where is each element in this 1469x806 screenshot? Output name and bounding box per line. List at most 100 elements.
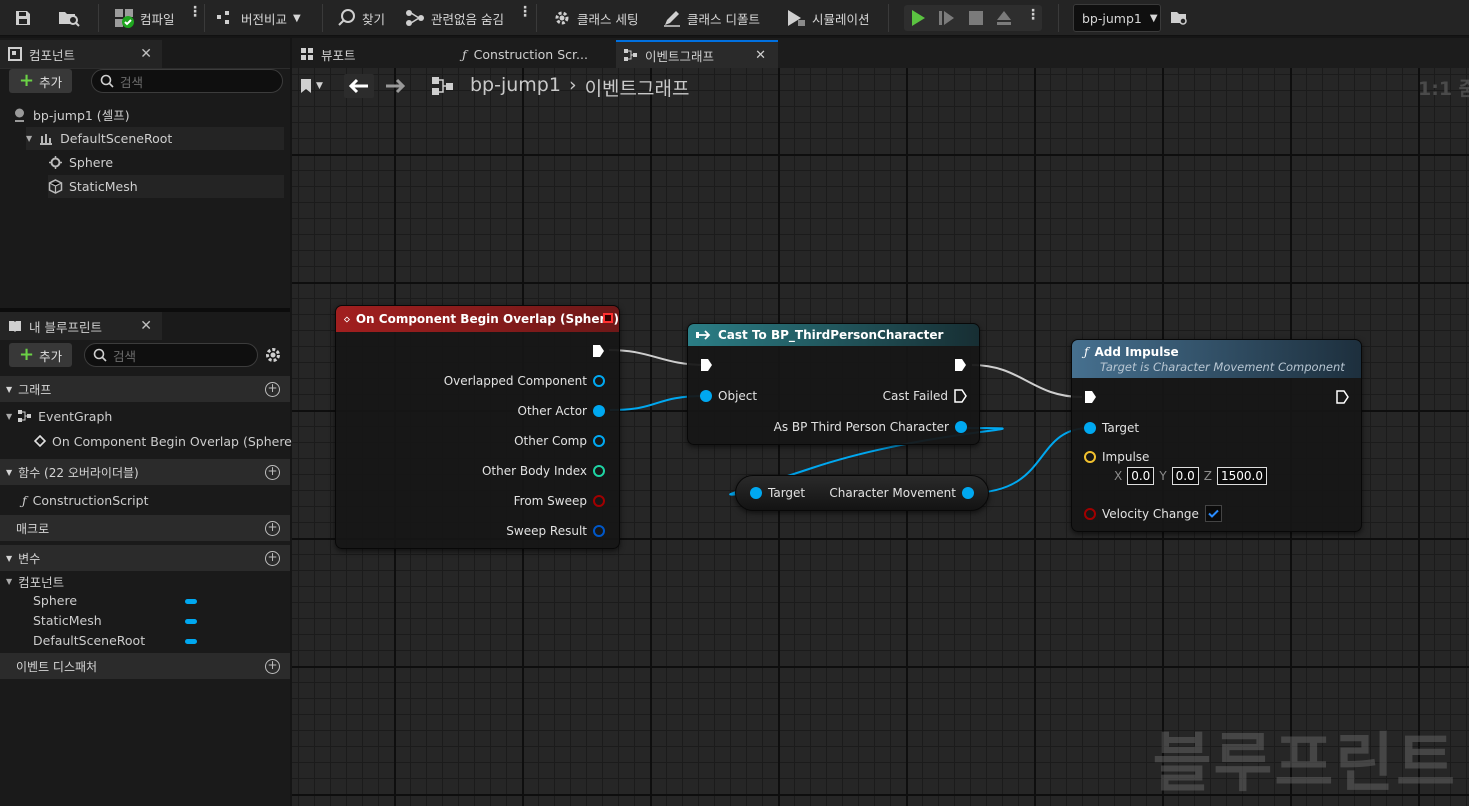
browse-button[interactable] — [58, 5, 80, 31]
tab-event-graph[interactable]: 이벤트그래프 ✕ — [616, 40, 778, 68]
event-node-item[interactable]: On Component Begin Overlap (Sphere) — [34, 431, 297, 451]
plus-icon: + — [19, 70, 35, 91]
impulse-x-input[interactable]: 0.0 — [1127, 467, 1155, 485]
add-dispatcher-icon[interactable]: + — [265, 658, 280, 674]
add-graph-icon[interactable]: + — [265, 381, 280, 397]
step-button[interactable] — [937, 9, 955, 30]
play-button[interactable] — [909, 9, 927, 30]
pin-label: Overlapped Component — [443, 374, 587, 388]
add-member-button[interactable]: + 추가 — [9, 343, 73, 367]
impulse-z-input[interactable]: 1500.0 — [1217, 467, 1267, 485]
exec-pin-icon — [701, 359, 712, 371]
velocity-change-pin[interactable]: Velocity Change — [1084, 505, 1222, 522]
compile-button[interactable]: 컴파일 — [114, 5, 175, 31]
close-icon[interactable]: ✕ — [755, 48, 766, 63]
tree-item-sphere[interactable]: Sphere — [48, 151, 113, 174]
event-node-overlap[interactable]: On Component Begin Overlap (Sphere) Over… — [335, 305, 620, 549]
tree-item-default-scene-root[interactable]: ▼ DefaultSceneRoot — [26, 127, 284, 150]
diff-button[interactable]: 버전비교 ▼ — [217, 5, 301, 31]
scene-root-icon — [40, 133, 53, 145]
variable-item[interactable]: DefaultSceneRoot — [33, 630, 145, 650]
search-icon — [93, 348, 107, 362]
components-tab[interactable]: 컴포넌트 ✕ — [0, 40, 162, 68]
other-actor-pin[interactable]: Other Actor — [518, 404, 605, 418]
variable-item[interactable]: Sphere — [33, 590, 77, 610]
debug-filter-icon — [1171, 12, 1187, 25]
add-member-label: 추가 — [39, 348, 63, 364]
blueprint-search-input[interactable]: 검색 — [84, 343, 258, 367]
other-comp-pin[interactable]: Other Comp — [514, 434, 605, 448]
target-pin[interactable]: Target — [750, 486, 805, 500]
other-body-index-pin[interactable]: Other Body Index — [482, 464, 605, 478]
velocity-change-checkbox[interactable] — [1204, 505, 1222, 522]
exec-out-pin[interactable] — [954, 358, 967, 372]
debug-filter-button[interactable] — [1170, 9, 1188, 30]
variables-category[interactable]: ▼ 변수 + — [0, 545, 290, 571]
overlapped-component-pin[interactable]: Overlapped Component — [444, 374, 605, 388]
exec-in-pin[interactable] — [700, 358, 713, 372]
pin-label: Other Comp — [514, 434, 587, 448]
add-macro-icon[interactable]: + — [265, 520, 280, 536]
graphs-category[interactable]: ▼ 그래프 + — [0, 376, 290, 402]
compile-options-button[interactable]: ⋮ — [188, 5, 202, 27]
settings-button[interactable] — [264, 346, 282, 367]
event-graph-item[interactable]: ▼ EventGraph — [6, 406, 112, 426]
step-icon — [939, 11, 954, 25]
add-impulse-node[interactable]: ƒ Add Impulse Target is Character Movemen… — [1071, 339, 1362, 532]
from-sweep-pin[interactable]: From Sweep — [514, 494, 605, 508]
construction-script-item[interactable]: ƒ ConstructionScript — [22, 490, 149, 510]
functions-category[interactable]: ▼ 함수 (22 오버라이더블) + — [0, 459, 290, 485]
class-settings-button[interactable]: 클래스 세팅 — [553, 5, 638, 31]
close-icon[interactable]: ✕ — [140, 46, 152, 62]
hide-unrelated-options-button[interactable]: ⋮ — [518, 5, 532, 27]
eject-button[interactable] — [995, 9, 1013, 30]
search-placeholder: 검색 — [120, 74, 144, 90]
tab-construction-script[interactable]: ƒ Construction Scr... — [454, 40, 614, 68]
blueprint-watermark: 블루프린트 — [1152, 727, 1457, 801]
my-blueprint-tab[interactable]: 내 블루프린트 ✕ — [0, 312, 162, 340]
tree-item-self[interactable]: bp-jump1 (셀프) — [12, 103, 130, 126]
impulse-y-input[interactable]: 0.0 — [1171, 467, 1199, 485]
target-pin[interactable]: Target — [1084, 421, 1139, 435]
component-search-input[interactable]: 검색 — [91, 69, 283, 93]
node-subtitle: Target is Character Movement Component — [1100, 359, 1345, 374]
save-button[interactable] — [14, 5, 32, 31]
tab-viewport[interactable]: 뷰포트 — [292, 40, 452, 68]
add-component-button[interactable]: + 추가 — [9, 69, 73, 93]
play-options-button[interactable]: ⋮ — [1026, 7, 1040, 23]
close-icon[interactable]: ✕ — [140, 318, 152, 334]
exec-out-pin[interactable] — [592, 344, 605, 358]
pin-label: Impulse — [1102, 450, 1150, 464]
as-bp-pin[interactable]: As BP Third Person Character — [774, 420, 967, 434]
tree-item-static-mesh[interactable]: StaticMesh — [48, 175, 284, 198]
impulse-pin[interactable]: Impulse — [1084, 450, 1149, 464]
variable-item[interactable]: StaticMesh — [33, 610, 102, 630]
stop-button[interactable] — [967, 9, 985, 30]
pin-label: Character Movement — [829, 486, 956, 500]
event-graph-canvas[interactable]: ▼ bp-jump1 › 이벤트그래프 1:1 줌 On Component B… — [292, 68, 1469, 806]
exec-out-pin[interactable] — [1336, 390, 1349, 404]
components-variable-group[interactable]: ▼ 컴포넌트 — [6, 571, 64, 591]
cast-node[interactable]: Cast To BP_ThirdPersonCharacter Object C… — [687, 323, 980, 445]
macros-category[interactable]: 매크로 + — [0, 515, 290, 541]
sweep-result-pin[interactable]: Sweep Result — [506, 524, 605, 538]
find-button[interactable]: 찾기 — [338, 5, 385, 31]
delegate-pin-icon[interactable] — [603, 313, 613, 323]
simulation-button[interactable]: 시뮬레이션 — [786, 5, 870, 31]
debug-object-select[interactable]: bp-jump1 ▼ — [1073, 4, 1161, 32]
exec-in-pin[interactable] — [1084, 390, 1097, 404]
add-function-icon[interactable]: + — [265, 464, 280, 480]
class-defaults-button[interactable]: 클래스 디폴트 — [663, 5, 760, 31]
add-variable-icon[interactable]: + — [265, 550, 280, 566]
character-movement-getter[interactable]: Target Character Movement — [735, 475, 989, 511]
tree-item-label: StaticMesh — [69, 179, 138, 194]
dispatchers-category[interactable]: 이벤트 디스패처 + — [0, 653, 290, 679]
character-movement-pin[interactable]: Character Movement — [829, 486, 974, 500]
object-pin[interactable]: Object — [700, 389, 757, 403]
sphere-collision-icon — [49, 156, 62, 169]
simulation-icon — [788, 10, 805, 26]
tree-item-label: Sphere — [69, 155, 114, 170]
cast-failed-pin[interactable]: Cast Failed — [883, 389, 967, 403]
hide-unrelated-button[interactable]: 관련없음 숨김 — [405, 5, 504, 31]
search-icon — [100, 74, 114, 88]
